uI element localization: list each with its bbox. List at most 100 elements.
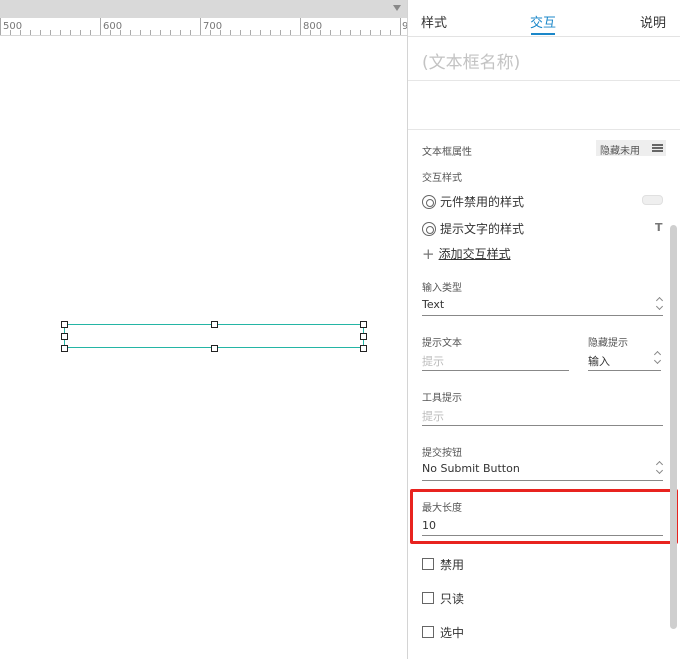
ruler-tick [380,30,381,35]
divider [408,80,680,81]
resize-handle[interactable] [61,345,68,352]
field-underline [422,315,663,316]
ruler-tick [250,30,251,35]
ruler-tick [160,30,161,35]
ruler-tick [0,18,1,35]
style-row-label: 元件禁用的样式 [440,195,525,209]
menu-icon [652,144,663,152]
field-underline [422,480,663,481]
ruler-tick [30,30,31,35]
ruler-tick [330,30,331,35]
checkbox-label: 只读 [440,592,465,606]
resize-handle[interactable] [61,321,68,328]
ruler-tick [120,30,121,35]
resize-handle[interactable] [61,333,68,340]
ruler-tick [340,30,341,35]
hint-text-label: 提示文本 [422,338,462,349]
tab-interaction[interactable]: 交互 [530,12,556,31]
hide-unused-label: 隐藏未用 [600,146,640,157]
checkbox-icon[interactable] [422,558,434,570]
ruler-tick [280,30,281,35]
ruler-tick [90,30,91,35]
ruler-tick [190,30,191,35]
ruler-tick [270,30,271,35]
ruler-tick [300,18,301,35]
hint-text-input[interactable]: 提示 [422,353,444,369]
resize-handle[interactable] [360,333,367,340]
ruler-tick [260,30,261,35]
panel-scrollbar[interactable] [670,225,677,629]
divider [408,129,680,130]
ruler-tick [350,30,351,35]
horizontal-ruler: 500 600 700 800 9 [0,18,407,36]
input-type-select[interactable]: Text [422,298,444,311]
field-underline [422,425,663,426]
ruler-tick [200,18,201,35]
tab-style[interactable]: 样式 [421,12,447,31]
checkbox-disabled[interactable]: 禁用 [422,556,464,573]
widget-name-input[interactable]: (文本框名称) [422,48,520,73]
ruler-tick [320,30,321,35]
tooltip-input[interactable]: 提示 [422,408,444,424]
tooltip-label: 工具提示 [422,393,462,404]
target-icon [422,222,436,236]
checkbox-selected[interactable]: 选中 [422,624,464,641]
ruler-tick [80,30,81,35]
resize-handle[interactable] [211,321,218,328]
hide-hint-select[interactable]: 输入 [588,353,610,369]
submit-button-select[interactable]: No Submit Button [422,462,520,475]
ruler-tick [220,30,221,35]
ruler-tick [110,30,111,35]
field-underline [422,370,569,371]
active-tab-indicator [531,33,555,35]
ruler-tick [310,30,311,35]
ruler-tick [370,30,371,35]
plus-icon: + [422,245,435,263]
ruler-tick [230,30,231,35]
add-interaction-style-link[interactable]: + 添加交互样式 [422,245,511,263]
style-preview-swatch [642,195,663,205]
canvas-area[interactable]: 500 600 700 800 9 [0,0,407,659]
target-icon [422,195,436,209]
ruler-tick [10,30,11,35]
select-updown-icon[interactable] [654,351,662,365]
checkbox-icon[interactable] [422,592,434,604]
style-row-disabled[interactable]: 元件禁用的样式 [422,193,524,210]
ruler-tick [400,18,401,35]
section-title-interaction-styles: 交互样式 [422,173,462,184]
resize-handle[interactable] [360,345,367,352]
ruler-tick [210,30,211,35]
highlight-box [410,489,678,544]
ruler-tick [170,30,171,35]
ruler-tick [20,30,21,35]
properties-panel: 样式 交互 说明 (文本框名称) 文本框属性 隐藏未用 交互样式 元件禁用的样式… [408,0,680,659]
tab-notes[interactable]: 说明 [640,12,666,31]
hide-hint-label: 隐藏提示 [588,338,628,349]
ruler-tick [360,30,361,35]
submit-button-label: 提交按钮 [422,448,462,459]
style-row-label: 提示文字的样式 [440,222,525,236]
checkbox-readonly[interactable]: 只读 [422,590,464,607]
ruler-tick [390,30,391,35]
ruler-tick [100,18,101,35]
field-underline [588,370,661,371]
dropdown-arrow-icon[interactable] [393,5,401,11]
ruler-tick [50,30,51,35]
canvas-topbar [0,0,407,18]
ruler-tick [240,30,241,35]
checkbox-icon[interactable] [422,626,434,638]
style-row-hint[interactable]: 提示文字的样式 [422,220,524,237]
checkbox-label: 选中 [440,626,465,640]
select-updown-icon[interactable] [656,297,664,311]
ruler-tick [180,30,181,35]
checkbox-label: 禁用 [440,558,465,572]
ruler-tick [290,30,291,35]
ruler-tick [140,30,141,35]
select-updown-icon[interactable] [656,461,664,475]
resize-handle[interactable] [360,321,367,328]
resize-handle[interactable] [211,345,218,352]
hide-unused-toggle[interactable]: 隐藏未用 [596,140,666,157]
add-style-label: 添加交互样式 [438,247,511,261]
panel-tabs: 样式 交互 说明 [408,0,680,37]
section-title-properties: 文本框属性 [422,147,472,158]
